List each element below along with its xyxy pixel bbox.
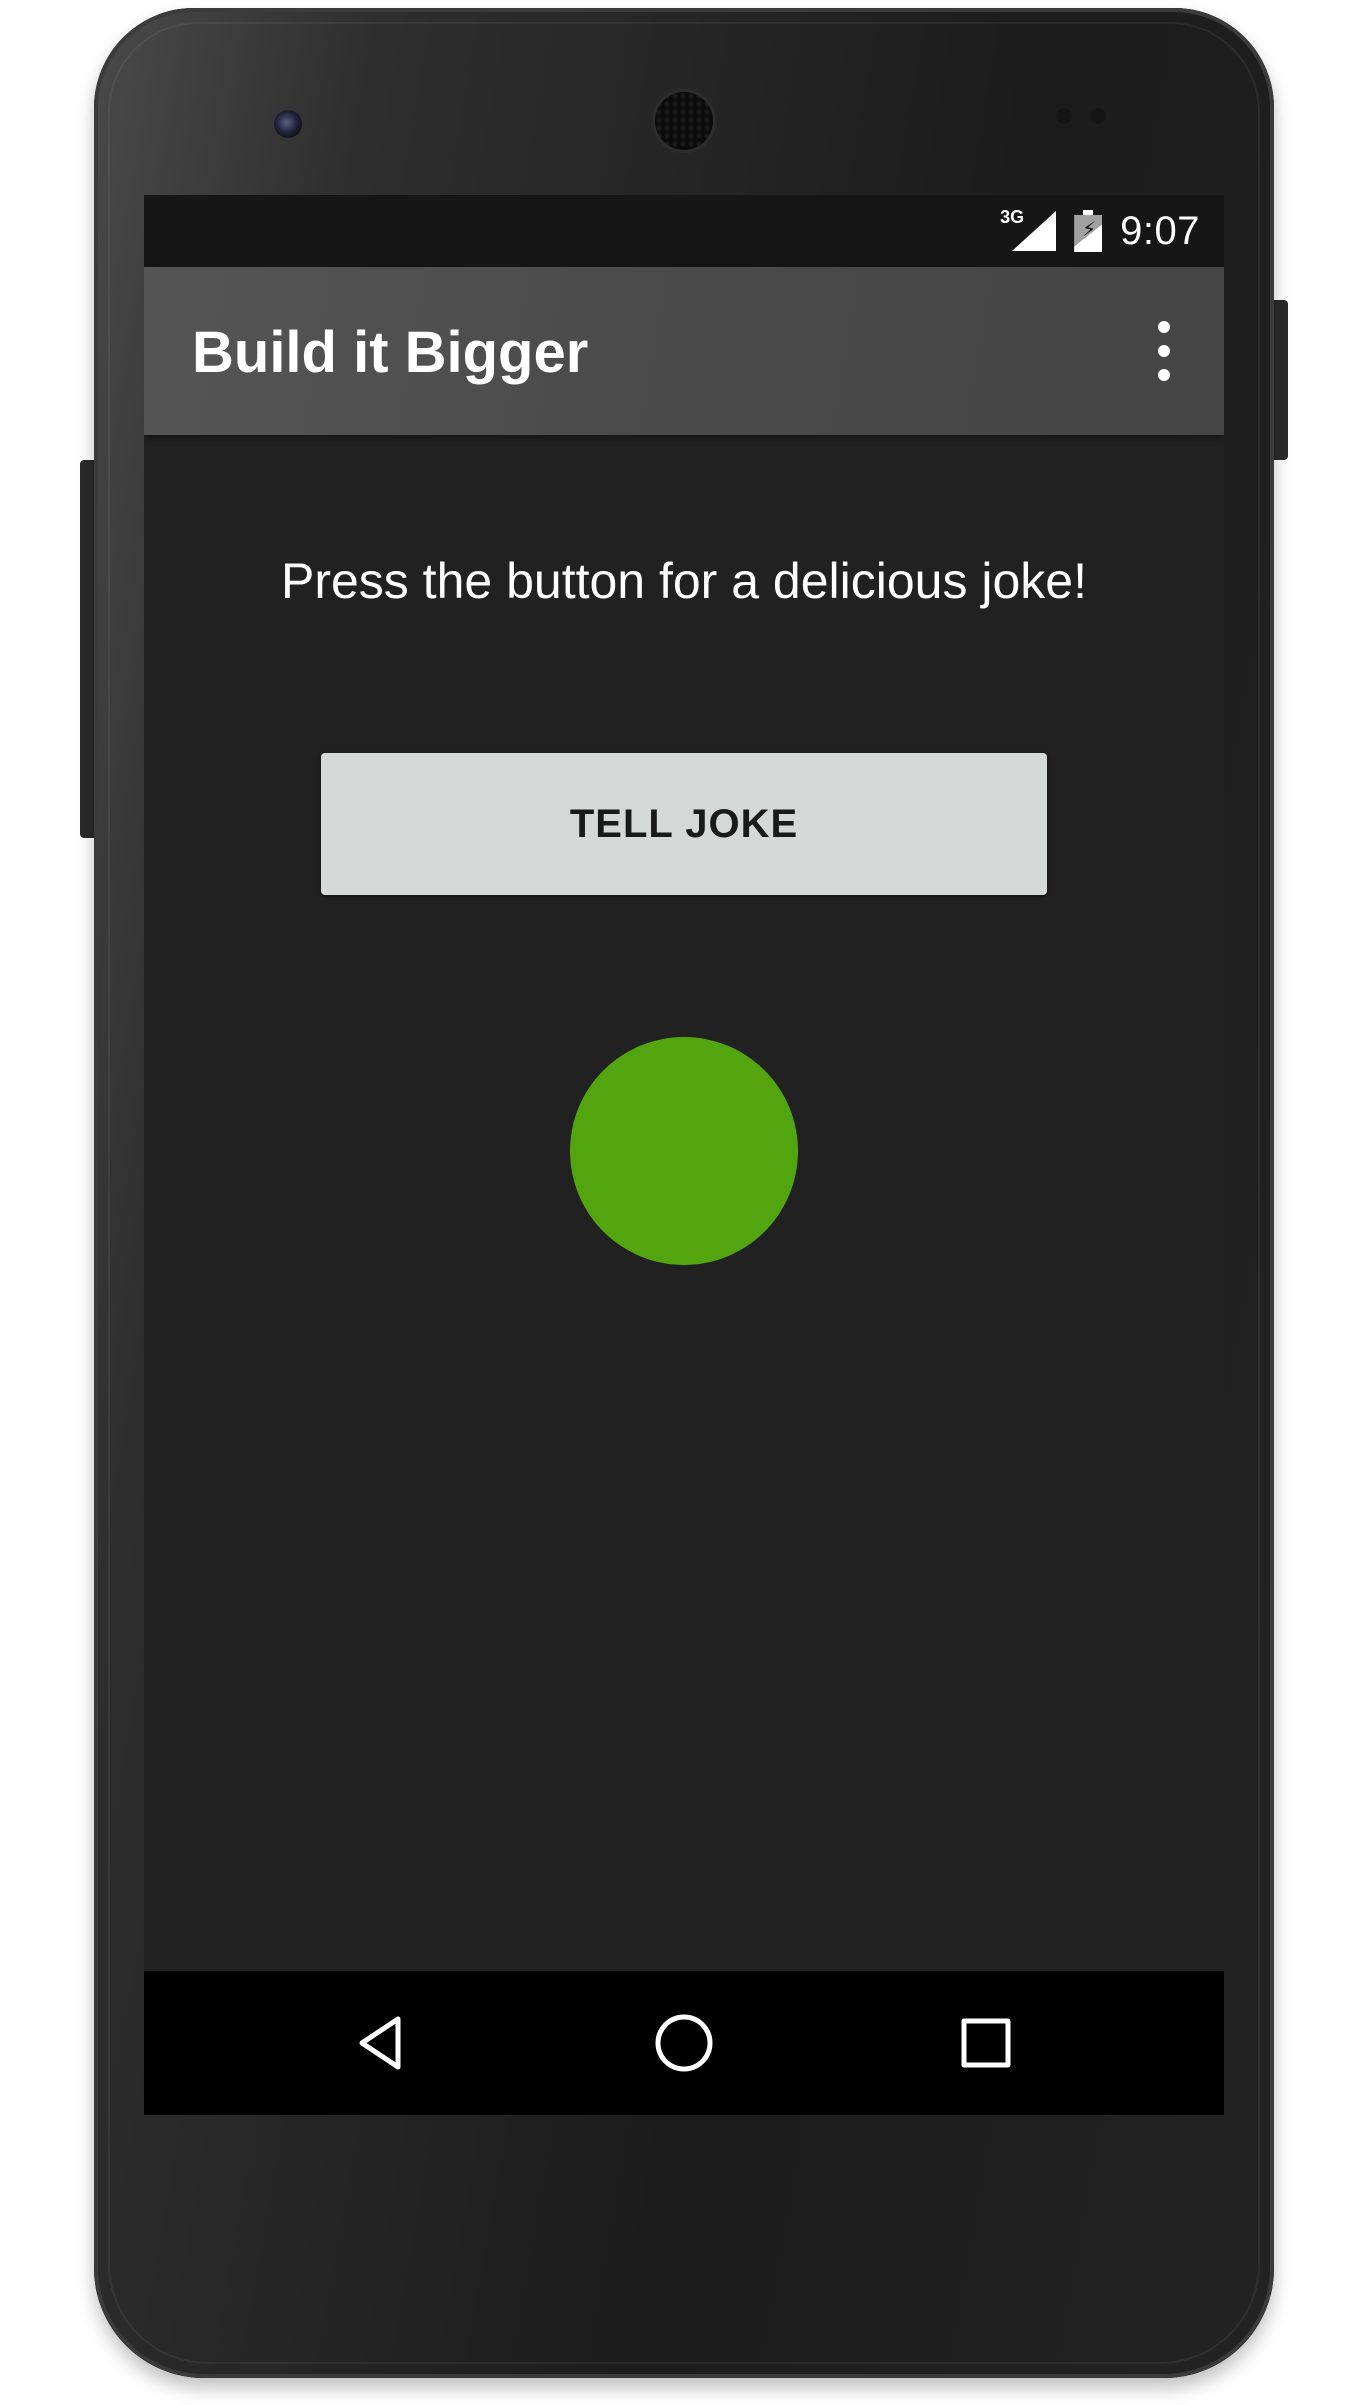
power-button <box>1274 300 1288 460</box>
battery-charging-icon: ⚡ <box>1074 210 1103 252</box>
joke-prompt-text: Press the button for a delicious joke! <box>280 553 1087 609</box>
earpiece-speaker <box>655 92 713 150</box>
status-icons: 3G ⚡ 9:07 <box>1000 207 1200 255</box>
app-screen: 3G ⚡ 9:07 Build it Bigger Press the butt… <box>144 195 1224 2115</box>
navigation-bar <box>144 1971 1224 2115</box>
device-mockup: 3G ⚡ 9:07 Build it Bigger Press the butt… <box>0 0 1370 2405</box>
action-bar: Build it Bigger <box>144 267 1224 435</box>
light-sensor <box>1090 108 1106 124</box>
volume-button <box>80 460 94 838</box>
status-clock: 9:07 <box>1120 208 1200 253</box>
overflow-menu-icon[interactable] <box>1144 321 1184 381</box>
proximity-sensor <box>1056 108 1072 124</box>
app-title: Build it Bigger <box>192 320 589 385</box>
recents-icon[interactable] <box>944 2001 1028 2085</box>
home-icon[interactable] <box>642 2001 726 2085</box>
signal-icon: 3G <box>1000 207 1057 253</box>
back-icon[interactable] <box>340 2001 424 2085</box>
front-camera-icon <box>274 110 302 138</box>
tell-joke-button[interactable]: TELL JOKE <box>321 753 1047 895</box>
loading-indicator <box>570 1037 798 1265</box>
status-bar: 3G ⚡ 9:07 <box>144 195 1224 267</box>
